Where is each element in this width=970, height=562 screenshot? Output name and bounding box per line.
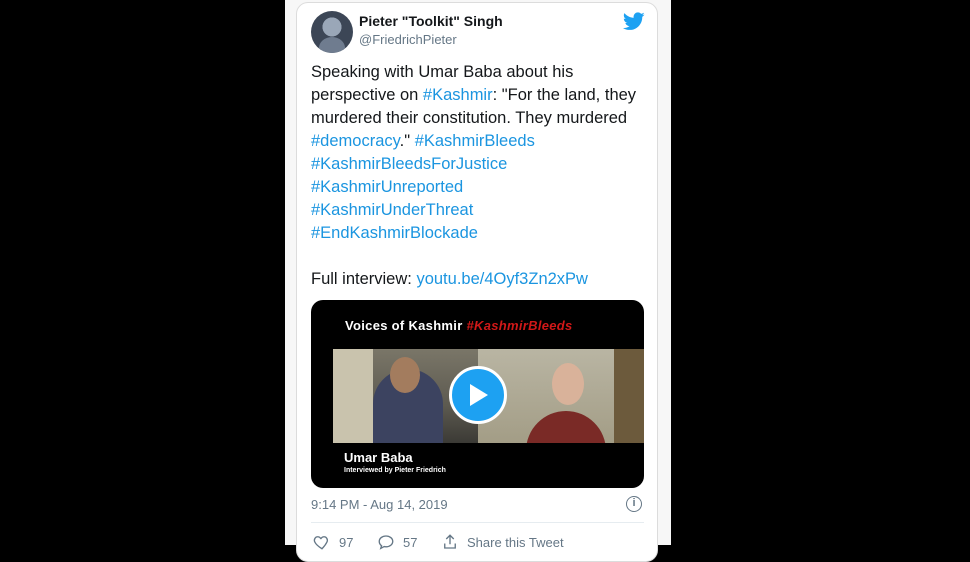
video-title: Voices of Kashmir #KashmirBleeds xyxy=(345,318,573,333)
reply-icon xyxy=(378,535,394,550)
author-avatar[interactable] xyxy=(311,11,353,53)
twitter-bird-icon[interactable] xyxy=(623,12,645,31)
background-shelf xyxy=(333,349,373,443)
video-title-text: Voices of Kashmir xyxy=(345,318,463,333)
guest-head xyxy=(390,357,420,393)
interview-link[interactable]: youtu.be/4Oyf3Zn2xPw xyxy=(416,270,588,288)
tweet-timestamp[interactable]: 9:14 PM - Aug 14, 2019 xyxy=(311,497,448,512)
heart-icon xyxy=(313,536,328,550)
hashtag-kashmirunreported[interactable]: #KashmirUnreported xyxy=(311,178,463,196)
hashtag-kashmirunderthreat[interactable]: #KashmirUnderThreat xyxy=(311,201,473,219)
tweet-text: Speaking with Umar Baba about his perspe… xyxy=(311,61,646,291)
video-speaker-name: Umar Baba xyxy=(344,450,413,465)
hashtag-kashmirbleedsforjustice[interactable]: #KashmirBleedsForJustice xyxy=(311,155,507,173)
hashtag-endkashmirblockade[interactable]: #EndKashmirBlockade xyxy=(311,224,478,242)
reply-count: 57 xyxy=(403,534,418,550)
host-head xyxy=(552,363,584,405)
share-label: Share this Tweet xyxy=(467,534,564,550)
play-icon xyxy=(470,384,488,406)
divider xyxy=(311,522,644,523)
hashtag-democracy[interactable]: #democracy xyxy=(311,132,400,150)
hashtag-kashmir[interactable]: #Kashmir xyxy=(423,86,493,104)
hashtag-kashmirbleeds[interactable]: #KashmirBleeds xyxy=(415,132,535,150)
info-icon[interactable]: i xyxy=(626,496,642,512)
background-shelf xyxy=(614,349,644,443)
reply-button[interactable]: 57 xyxy=(377,533,417,551)
like-count: 97 xyxy=(339,534,354,550)
share-icon xyxy=(444,534,456,549)
author-name[interactable]: Pieter "Toolkit" Singh xyxy=(359,13,503,29)
tweet-text-part: ." xyxy=(399,132,415,150)
share-button[interactable]: Share this Tweet xyxy=(441,533,564,551)
interview-label: Full interview: xyxy=(311,270,417,288)
play-button[interactable] xyxy=(449,366,507,424)
like-button[interactable]: 97 xyxy=(313,533,353,551)
video-speaker-subtitle: Interviewed by Pieter Friedrich xyxy=(344,467,446,474)
video-title-tag: #KashmirBleeds xyxy=(466,318,573,333)
author-handle[interactable]: @FriedrichPieter xyxy=(359,32,457,47)
host-figure xyxy=(526,411,606,443)
